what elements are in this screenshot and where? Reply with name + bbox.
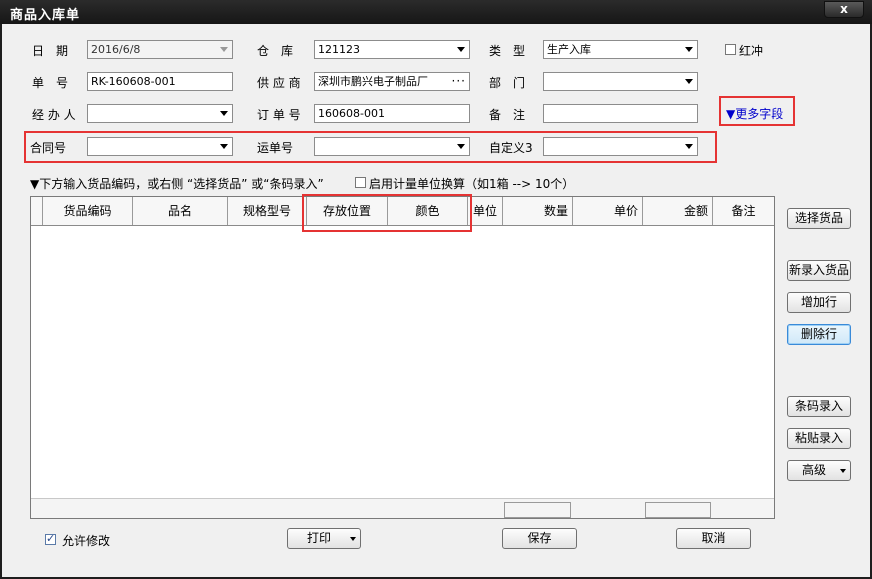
- warehouse-select[interactable]: 121123: [314, 40, 470, 59]
- red-flush-checkbox[interactable]: [725, 44, 736, 55]
- doc-no-value: RK-160608-001: [91, 75, 176, 88]
- order-no-value: 160608-001: [318, 107, 385, 120]
- goods-grid[interactable]: 货品编码 品名 规格型号 存放位置 颜色 单位 数量 单价 金额 备注: [30, 196, 775, 519]
- allow-edit-label: 允许修改: [62, 534, 111, 548]
- more-fields-link[interactable]: ▼更多字段: [726, 105, 783, 122]
- window-title: 商品入库单: [10, 8, 81, 23]
- entry-hint: ▼下方输入货品编码，或右侧 “选择货品” 或“条码录入”: [30, 177, 324, 191]
- date-value: 2016/6/8: [91, 43, 141, 56]
- chevron-down-icon[interactable]: [457, 47, 465, 52]
- column-header[interactable]: 数量: [503, 197, 573, 225]
- supplier-input[interactable]: 深圳市鹏兴电子制品厂 ···: [314, 72, 470, 91]
- type-value: 生产入库: [547, 43, 591, 56]
- quantity-total: [504, 502, 571, 518]
- chevron-down-icon[interactable]: [685, 47, 693, 52]
- waybill-label: 运单号: [257, 141, 294, 155]
- dept-select[interactable]: [543, 72, 698, 91]
- chevron-down-icon[interactable]: [220, 47, 228, 52]
- custom3-label: 自定义3: [489, 141, 533, 155]
- allow-edit-checkbox[interactable]: [45, 532, 56, 545]
- print-label: 打印: [306, 531, 331, 545]
- column-header[interactable]: 规格型号: [228, 197, 307, 225]
- dept-label: 部 门: [489, 76, 526, 90]
- red-flush-label: 红冲: [739, 44, 764, 58]
- close-button[interactable]: x: [824, 1, 864, 18]
- supplier-label: 供 应 商: [257, 76, 301, 90]
- remark-label: 备 注: [489, 108, 526, 122]
- warehouse-label: 仓 库: [257, 44, 294, 58]
- grid-footer: [31, 498, 774, 518]
- column-header[interactable]: 货品编码: [43, 197, 133, 225]
- save-button[interactable]: 保存: [502, 528, 577, 549]
- doc-no-input[interactable]: RK-160608-001: [87, 72, 233, 91]
- contract-label: 合同号: [30, 141, 67, 155]
- cancel-button[interactable]: 取消: [676, 528, 751, 549]
- paste-entry-button[interactable]: 粘贴录入: [787, 428, 851, 449]
- date-picker[interactable]: 2016/6/8: [87, 40, 233, 59]
- chevron-down-icon[interactable]: [220, 111, 228, 116]
- date-label: 日 期: [32, 44, 69, 58]
- order-no-label: 订 单 号: [257, 108, 301, 122]
- column-header[interactable]: 品名: [133, 197, 228, 225]
- delete-row-button[interactable]: 删除行: [787, 324, 851, 345]
- barcode-entry-button[interactable]: 条码录入: [787, 396, 851, 417]
- type-label: 类 型: [489, 44, 526, 58]
- title-bar: 商品入库单 x: [0, 0, 872, 24]
- order-no-input[interactable]: 160608-001: [314, 104, 470, 123]
- contract-select[interactable]: [87, 137, 233, 156]
- supplier-value: 深圳市鹏兴电子制品厂: [318, 75, 428, 88]
- column-header[interactable]: 单位: [468, 197, 503, 225]
- remark-input[interactable]: [543, 104, 698, 123]
- chevron-down-icon: [840, 469, 846, 473]
- chevron-down-icon: [350, 537, 356, 541]
- column-header[interactable]: 金额: [643, 197, 713, 225]
- unit-conversion-label: 启用计量单位换算（如1箱 --> 10个）: [369, 177, 575, 191]
- advanced-label: 高级: [801, 463, 826, 477]
- type-select[interactable]: 生产入库: [543, 40, 698, 59]
- column-header[interactable]: 备注: [713, 197, 774, 225]
- custom3-select[interactable]: [543, 137, 698, 156]
- chevron-down-icon[interactable]: [685, 144, 693, 149]
- unit-conversion-checkbox[interactable]: [355, 177, 366, 188]
- doc-no-label: 单 号: [32, 76, 69, 90]
- chevron-down-icon[interactable]: [685, 79, 693, 84]
- highlight-box: [302, 194, 472, 232]
- chevron-down-icon[interactable]: [457, 144, 465, 149]
- chevron-down-icon[interactable]: [220, 144, 228, 149]
- select-goods-button[interactable]: 选择货品: [787, 208, 851, 229]
- warehouse-value: 121123: [318, 43, 360, 56]
- amount-total: [645, 502, 711, 518]
- row-indicator-header: [31, 197, 43, 225]
- handler-select[interactable]: [87, 104, 233, 123]
- advanced-button[interactable]: 高级: [787, 460, 851, 481]
- new-goods-button[interactable]: 新录入货品: [787, 260, 851, 281]
- column-header[interactable]: 单价: [573, 197, 643, 225]
- waybill-select[interactable]: [314, 137, 470, 156]
- print-button[interactable]: 打印: [287, 528, 361, 549]
- ellipsis-icon[interactable]: ···: [452, 73, 466, 90]
- add-row-button[interactable]: 增加行: [787, 292, 851, 313]
- handler-label: 经 办 人: [32, 108, 76, 122]
